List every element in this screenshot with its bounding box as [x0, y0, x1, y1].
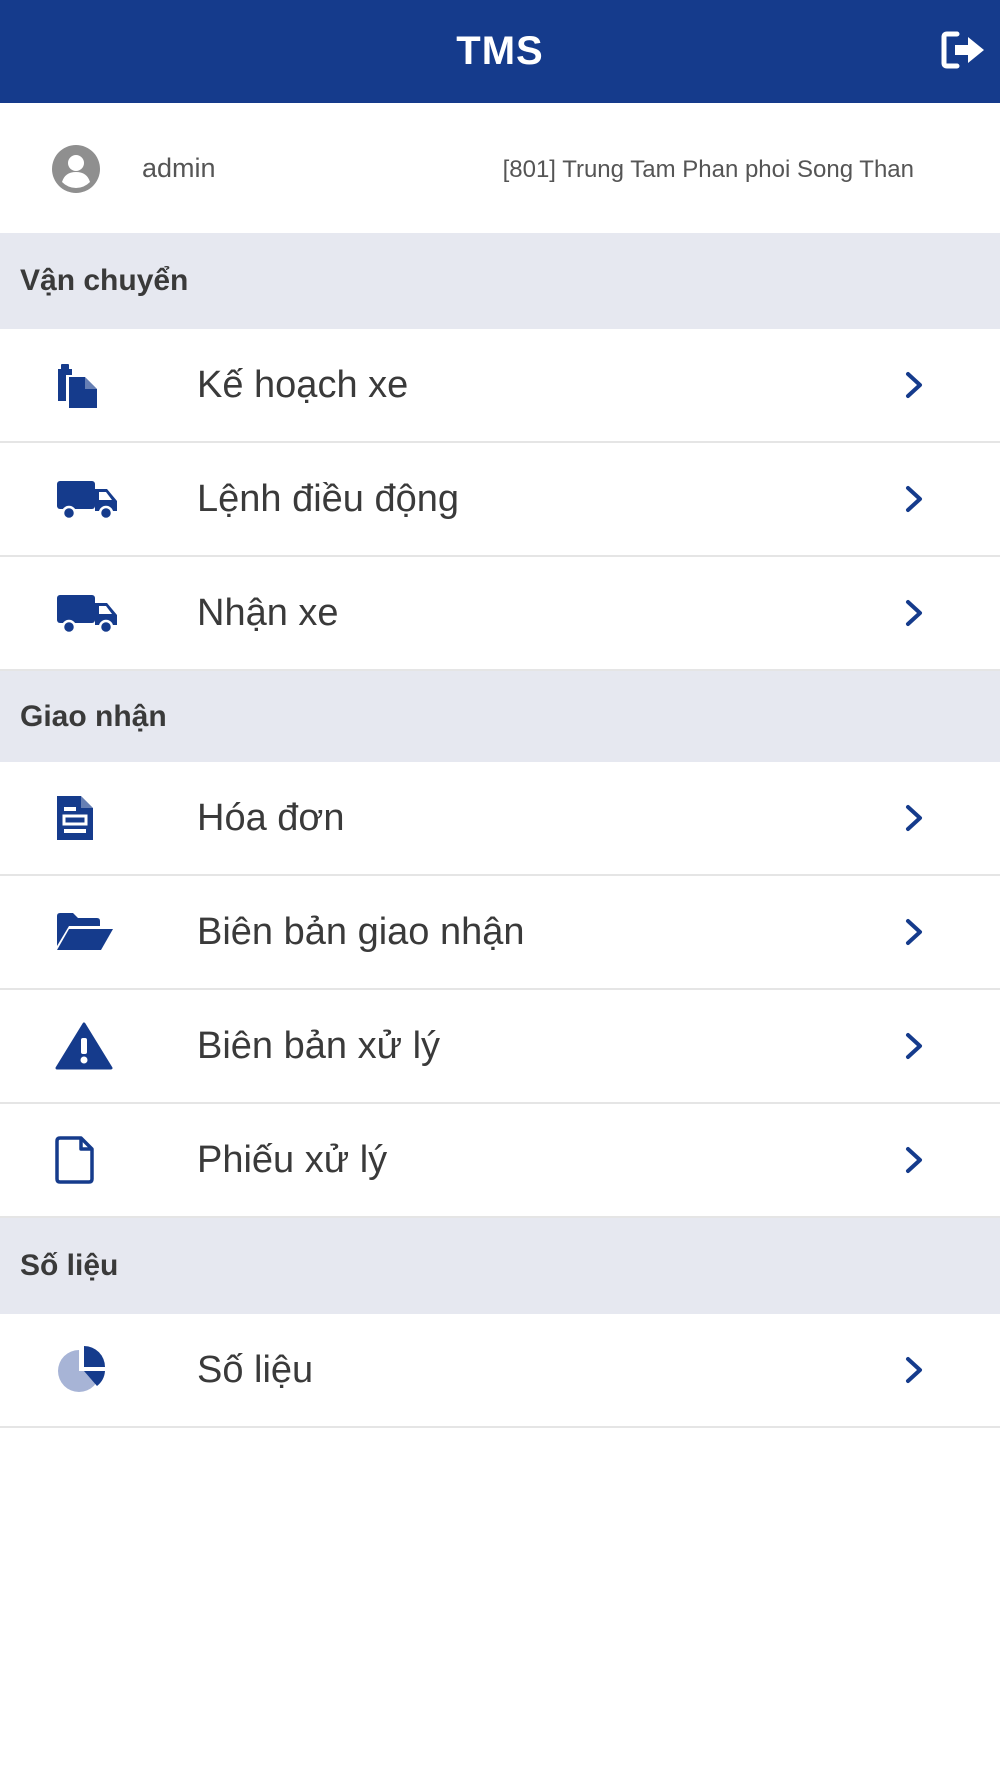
menu-item-label: Nhận xe [197, 591, 339, 634]
user-info-bar: admin [801] Trung Tam Phan phoi Song Tha… [0, 103, 1000, 233]
chevron-right-icon [902, 483, 926, 515]
file-outline-icon [55, 1132, 119, 1188]
menu-item-lenh-dieu-dong[interactable]: Lệnh điều động [0, 443, 1000, 557]
chevron-right-icon [902, 916, 926, 948]
chevron-right-icon [902, 1030, 926, 1062]
chevron-right-icon [902, 802, 926, 834]
user-circle-icon [52, 145, 100, 193]
app-title: TMS [456, 29, 544, 73]
menu-item-ke-hoach-xe[interactable]: Kế hoạch xe [0, 329, 1000, 443]
main-menu: Vận chuyển Kế hoạch xe Lệnh điều động Nh… [0, 233, 1000, 1428]
app-header: TMS [0, 0, 1000, 103]
menu-item-label: Kế hoạch xe [197, 363, 409, 406]
menu-item-bien-ban-giao-nhan[interactable]: Biên bản giao nhận [0, 876, 1000, 990]
chevron-right-icon [902, 369, 926, 401]
menu-item-nhan-xe[interactable]: Nhận xe [0, 557, 1000, 671]
folder-open-icon [55, 904, 119, 960]
menu-item-label: Lệnh điều động [197, 477, 460, 520]
invoice-file-icon [55, 790, 119, 846]
logout-icon[interactable] [940, 28, 988, 72]
chevron-right-icon [902, 1144, 926, 1176]
menu-item-hoa-don[interactable]: Hóa đơn [0, 762, 1000, 876]
user-name: admin [142, 153, 216, 183]
clipboard-copy-icon [55, 357, 119, 413]
menu-item-label: Phiếu xử lý [197, 1138, 388, 1181]
menu-item-bien-ban-xu-ly[interactable]: Biên bản xử lý [0, 990, 1000, 1104]
site-name: [801] Trung Tam Phan phoi Song Than [502, 156, 914, 183]
menu-item-label: Biên bản giao nhận [197, 910, 525, 953]
menu-item-label: Số liệu [197, 1348, 314, 1391]
menu-item-label: Hóa đơn [197, 796, 345, 839]
menu-item-phieu-xu-ly[interactable]: Phiếu xử lý [0, 1104, 1000, 1218]
warning-icon [55, 1018, 119, 1074]
pie-chart-icon [55, 1342, 119, 1398]
chevron-right-icon [902, 597, 926, 629]
truck-icon [55, 471, 119, 527]
menu-item-so-lieu[interactable]: Số liệu [0, 1314, 1000, 1428]
truck-icon [55, 585, 119, 641]
section-header-so-lieu: Số liệu [0, 1218, 1000, 1314]
section-header-giao-nhan: Giao nhận [0, 671, 1000, 762]
chevron-right-icon [902, 1354, 926, 1386]
section-header-van-chuyen: Vận chuyển [0, 233, 1000, 329]
menu-item-label: Biên bản xử lý [197, 1024, 441, 1067]
